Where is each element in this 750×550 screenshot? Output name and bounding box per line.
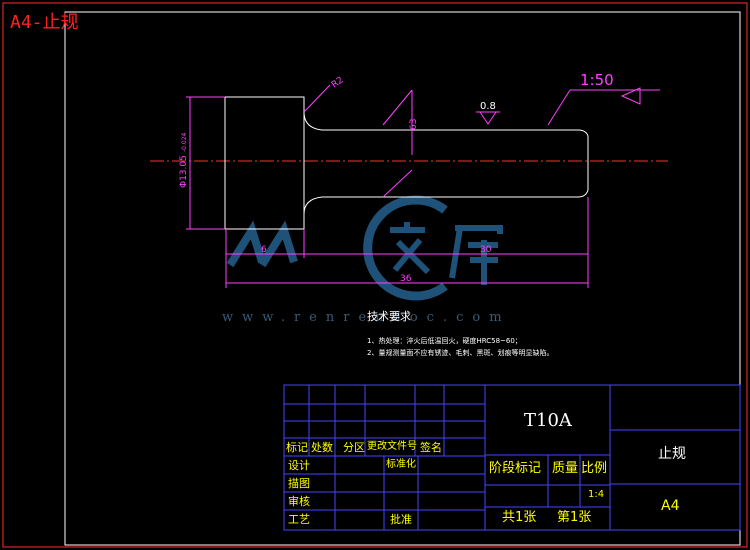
standardization-label: 标准化: [386, 459, 416, 470]
paper-size: A4: [661, 498, 680, 514]
scale-note: 1:50: [580, 71, 614, 89]
head-length-dimension: 6: [261, 245, 267, 255]
watermark-logo: [226, 195, 503, 301]
scale-label: 比例: [581, 461, 608, 476]
gauge-outline: [224, 96, 589, 230]
diameter-label: Φ13.05: [179, 155, 189, 188]
part-name: 止规: [658, 446, 686, 462]
weight-label: 质量: [552, 461, 579, 476]
tech-requirement-item: 1、热处理：淬火后低温回火，硬度HRC58~60；: [367, 337, 522, 345]
radius-label: R2: [330, 75, 346, 90]
scale-value: 1:4: [588, 489, 605, 500]
sheet-title: A4-止规: [10, 12, 79, 33]
material-name: T10A: [524, 410, 572, 431]
header-change-doc: 更改文件号: [367, 441, 417, 452]
cad-drawing-canvas: R2 Φ13.05 -0.024 63 0.8 1:50 6 30 36: [2, 2, 748, 548]
header-count: 处数: [311, 441, 333, 454]
gauge-head: [224, 96, 305, 230]
header-signature: 签名: [420, 441, 442, 454]
row-design: 设计: [288, 459, 310, 472]
tech-requirement-item: 2、量规测量面不应有锈迹、毛刺、黑斑、划痕等明显缺陷。: [367, 349, 554, 357]
gauge-shank: [303, 111, 589, 215]
row-process: 工艺: [288, 513, 310, 526]
row-trace: 描图: [288, 477, 310, 490]
header-zone: 分区: [343, 441, 365, 454]
tech-requirements-title: 技术要求: [367, 310, 411, 323]
total-length-dimension: 36: [400, 274, 412, 284]
roughness-value: 0.8: [480, 101, 496, 112]
total-sheets: 共1张: [502, 510, 537, 525]
chamfer-dimension: 63: [409, 119, 419, 130]
row-review: 审核: [288, 495, 310, 508]
shank-length-dimension: 30: [480, 245, 492, 255]
sheet-number: 第1张: [557, 510, 592, 525]
approve-label: 批准: [390, 513, 412, 526]
diameter-tolerance: -0.024: [181, 132, 188, 152]
header-mark: 标记: [286, 441, 308, 454]
stage-mark-label: 阶段标记: [489, 461, 542, 476]
